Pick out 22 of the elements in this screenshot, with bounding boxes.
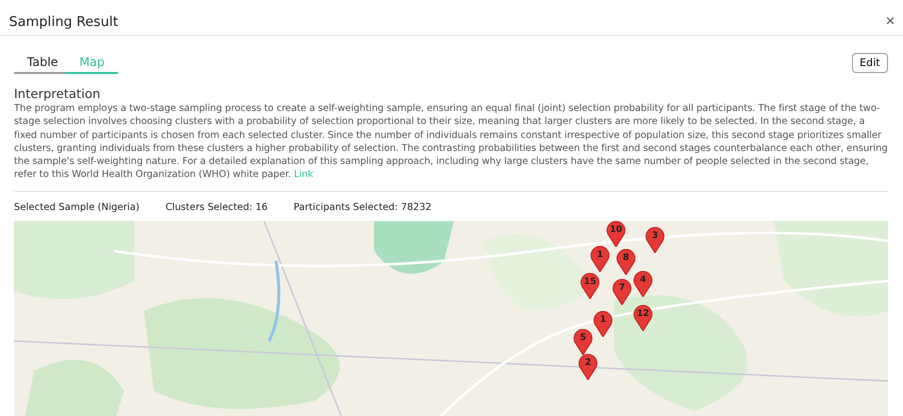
section-heading: Interpretation bbox=[14, 86, 102, 101]
map-pin[interactable]: 1 bbox=[590, 246, 610, 272]
map-pin[interactable]: 12 bbox=[633, 304, 653, 331]
map-pin[interactable]: 15 bbox=[580, 272, 600, 299]
participants-count: Participants Selected: 78232 bbox=[294, 202, 432, 213]
edit-button[interactable]: Edit bbox=[852, 53, 888, 73]
map-pin[interactable]: 10 bbox=[606, 220, 626, 247]
close-button[interactable]: × bbox=[886, 14, 895, 30]
map-pin[interactable]: 2 bbox=[578, 354, 598, 380]
dialog-title: Sampling Result bbox=[9, 14, 118, 30]
map-pin[interactable]: 8 bbox=[616, 248, 636, 275]
map-pin[interactable]: 4 bbox=[633, 270, 653, 297]
interpretation-paragraph: The program employs a two-stage sampling process to create a self-weighting sample, ensuring an equal final (joint) selection probability for all participants. The first stage of the two-stage selection involves choosing clusters with a probability of selection proportional to their size, meaning that larger clusters are more likely to be selected. In the second stage, a fixed number of participants is chosen from each selected cluster. Since the number of individuals remains constant irrespective of population size, this second stage prioritizes smaller clusters, granting individuals from these clusters a higher probability of selection. The contrasting probabilities between the first and second stages counterbalance each other, ensuring the sample's self-weighting nature. For a detailed explanation of this sampling approach, including why large clusters have the same number of people selected in the second stage, refer to this World Health Organization (WHO) white paper. Link bbox=[14, 102, 888, 182]
clusters-count: Clusters Selected: 16 bbox=[165, 202, 268, 213]
map-pin[interactable]: 7 bbox=[612, 278, 632, 305]
map-pin[interactable]: 5 bbox=[573, 328, 593, 355]
tab[interactable]: Map bbox=[66, 52, 118, 74]
map-pin[interactable]: 1 bbox=[593, 310, 613, 337]
paper-link[interactable]: Link bbox=[294, 169, 314, 180]
tab[interactable]: Table bbox=[14, 52, 66, 74]
map-pin[interactable]: 3 bbox=[645, 226, 665, 253]
sample-label: Selected Sample (Nigeria) bbox=[14, 202, 140, 213]
